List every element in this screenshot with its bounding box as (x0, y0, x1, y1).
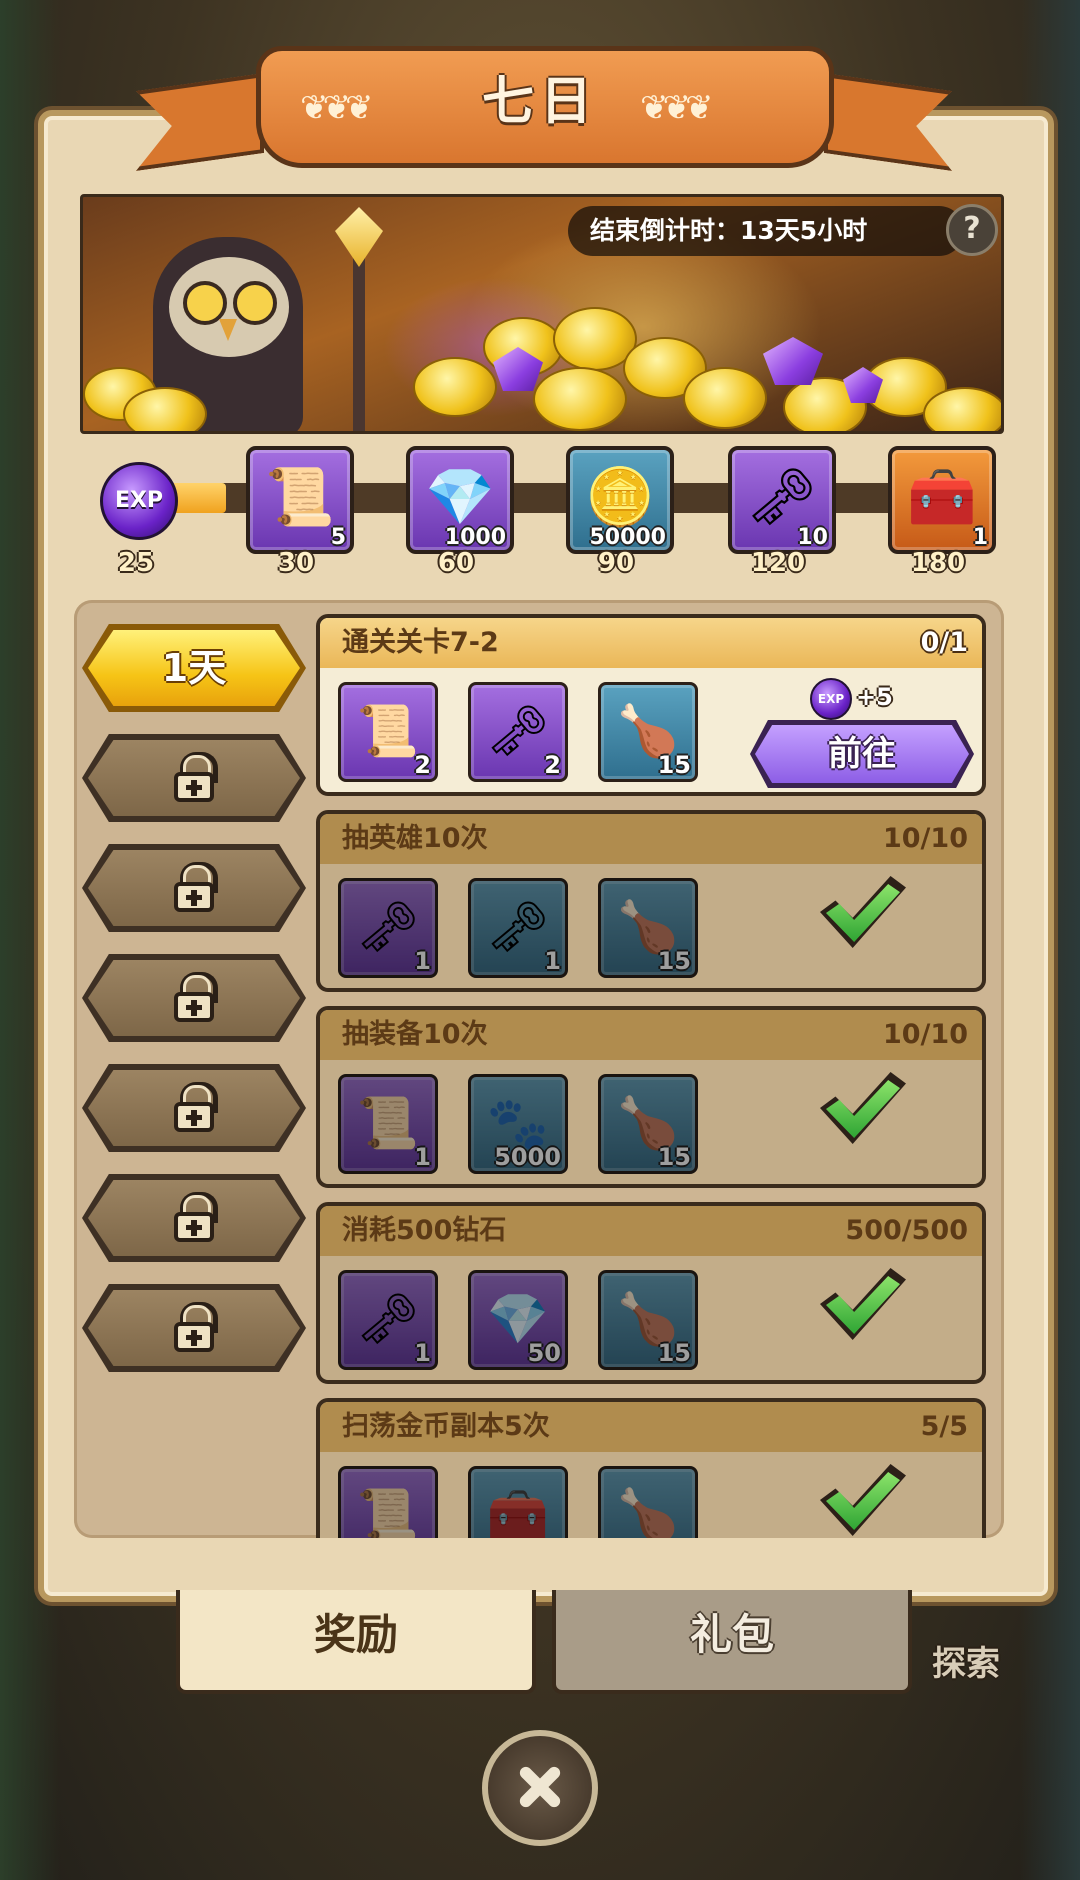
reward-count: 15 (657, 1143, 691, 1171)
check-icon (820, 1464, 906, 1536)
countdown-label: 结束倒计时： (590, 216, 741, 245)
quest-title: 抽装备10次 (342, 1019, 488, 1050)
exp-bonus-value: +5 (856, 683, 893, 711)
quest-title: 消耗500钻石 (342, 1215, 507, 1246)
tab-gifts[interactable]: 礼包 (552, 1590, 912, 1694)
reward-count: 15 (657, 751, 691, 779)
milestone-count: 5 (330, 525, 346, 550)
quest-header: 抽装备10次 10/10 (320, 1010, 982, 1060)
milestone-threshold: 90 (597, 548, 635, 578)
quest-card: 消耗500钻石 500/500 🗝 1 💎 50 🍗 15 (316, 1202, 986, 1384)
reward-item[interactable]: 💎 50 (468, 1270, 568, 1370)
current-points-label: 25 (117, 548, 155, 578)
milestone-threshold: 180 (910, 548, 966, 578)
reward-count: 1 (414, 947, 431, 975)
reward-count: 5000 (494, 1143, 561, 1171)
reward-count: 15 (657, 947, 691, 975)
quest-card: 抽英雄10次 10/10 🗝 1 🗝 1 🍗 15 (316, 810, 986, 992)
check-icon (820, 1268, 906, 1340)
reward-item[interactable]: 🍗 15 (598, 878, 698, 978)
day-tab-1[interactable]: 1天 (82, 624, 306, 712)
milestone-count: 1000 (444, 525, 506, 550)
reward-item[interactable]: 📜 (338, 1466, 438, 1538)
quest-progress: 10/10 (882, 1019, 968, 1050)
quest-header: 消耗500钻石 500/500 (320, 1206, 982, 1256)
day-tab-4[interactable] (82, 954, 306, 1042)
day-tab-5[interactable] (82, 1064, 306, 1152)
explore-label[interactable]: 探索 (932, 1636, 1000, 1685)
go-button[interactable]: 前往 (750, 720, 974, 788)
close-button[interactable] (482, 1730, 598, 1846)
quest-card: 抽装备10次 10/10 📜 1 🐾 5000 🍗 15 (316, 1006, 986, 1188)
reward-item[interactable]: 🍗 15 (598, 1074, 698, 1174)
lock-icon (174, 862, 218, 912)
quest-progress: 5/5 (920, 1411, 968, 1442)
milestone-count: 50000 (589, 525, 666, 550)
day-tab-2[interactable] (82, 734, 306, 822)
exp-orb-icon: EXP (100, 462, 178, 540)
reward-count: 50 (527, 1339, 561, 1367)
reward-count: 1 (544, 947, 561, 975)
reward-item[interactable]: 🗝 1 (468, 878, 568, 978)
reward-item[interactable]: 🗝 2 (468, 682, 568, 782)
quest-list[interactable]: 通关关卡7-2 0/1 📜 2 🗝 2 🍗 15 EXP +5 前往 抽英雄10次 10/10 🗝 1 🗝 1 🍗… (316, 614, 992, 1538)
check-icon (820, 1072, 906, 1144)
reward-item[interactable]: 🐾 5000 (468, 1074, 568, 1174)
quest-header: 扫荡金币副本5次 5/5 (320, 1402, 982, 1452)
scroll-icon: 📜 (356, 1486, 420, 1538)
day-tab-6[interactable] (82, 1174, 306, 1262)
reward-count: 2 (544, 751, 561, 779)
question-mark-icon[interactable]: ? (946, 204, 998, 256)
milestone-threshold: 120 (750, 548, 806, 578)
reward-item[interactable]: 📜 1 (338, 1074, 438, 1174)
page-title: 七日 (481, 72, 598, 132)
milestone-reward-2[interactable]: 💎 1000 (406, 446, 514, 554)
reward-item[interactable]: 🍗 (598, 1466, 698, 1538)
tab-rewards[interactable]: 奖励 (176, 1590, 536, 1694)
reward-count: 1 (414, 1143, 431, 1171)
treasure-chest-icon: 🧰 (486, 1486, 550, 1538)
milestone-reward-3[interactable]: 🪙 50000 (566, 446, 674, 554)
quest-title: 扫荡金币副本5次 (342, 1411, 550, 1442)
quest-title: 抽英雄10次 (342, 823, 488, 854)
quest-title: 通关关卡7-2 (342, 627, 499, 658)
countdown-value: 13天5小时 (740, 216, 868, 245)
lock-icon (174, 1302, 218, 1352)
milestone-threshold: 30 (277, 548, 315, 578)
lock-icon (174, 1192, 218, 1242)
reward-item[interactable]: 🗝 1 (338, 1270, 438, 1370)
check-icon (820, 876, 906, 948)
quest-card: 扫荡金币副本5次 5/5 📜 🧰 🍗 (316, 1398, 986, 1538)
go-button-label: 前往 (828, 734, 896, 774)
day-tab-7[interactable] (82, 1284, 306, 1372)
reward-count: 1 (414, 1339, 431, 1367)
quest-progress: 0/1 (920, 627, 968, 658)
reward-item[interactable]: 🧰 (468, 1466, 568, 1538)
day-tab-label: 1天 (161, 646, 227, 690)
quest-header: 抽英雄10次 10/10 (320, 814, 982, 864)
lock-icon (174, 1082, 218, 1132)
exp-bonus-icon: EXP (810, 678, 852, 720)
lock-icon (174, 972, 218, 1022)
quest-card: 通关关卡7-2 0/1 📜 2 🗝 2 🍗 15 EXP +5 前往 (316, 614, 986, 796)
milestone-reward-1[interactable]: 📜 5 (246, 446, 354, 554)
quest-header: 通关关卡7-2 0/1 (320, 618, 982, 668)
reward-count: 2 (414, 751, 431, 779)
countdown-text: 结束倒计时：13天5小时 (590, 206, 867, 256)
milestone-count: 1 (972, 525, 988, 550)
reward-item[interactable]: 📜 2 (338, 682, 438, 782)
reward-count: 15 (657, 1339, 691, 1367)
milestone-count: 10 (797, 525, 828, 550)
quest-progress: 500/500 (845, 1215, 968, 1246)
meat-drumstick-icon: 🍗 (616, 1486, 680, 1538)
reward-item[interactable]: 🗝 1 (338, 878, 438, 978)
milestone-threshold: 60 (437, 548, 475, 578)
reward-item[interactable]: 🍗 15 (598, 1270, 698, 1370)
reward-item[interactable]: 🍗 15 (598, 682, 698, 782)
quest-progress: 10/10 (882, 823, 968, 854)
day-tab-3[interactable] (82, 844, 306, 932)
lock-icon (174, 752, 218, 802)
milestone-reward-4[interactable]: 🗝 10 (728, 446, 836, 554)
milestone-reward-5[interactable]: 🧰 1 (888, 446, 996, 554)
